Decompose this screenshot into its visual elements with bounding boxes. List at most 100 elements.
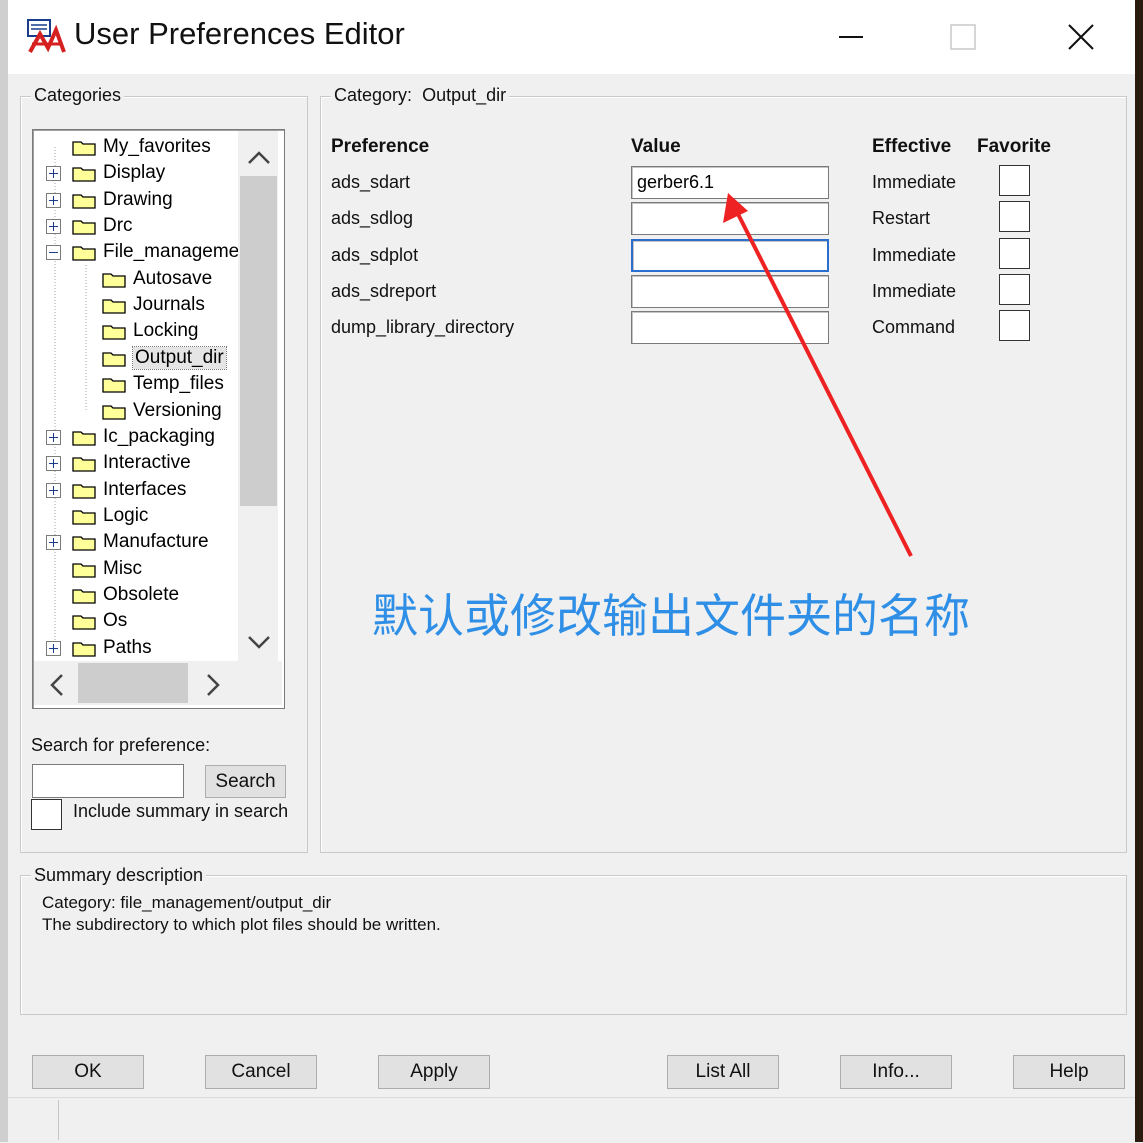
tree-item[interactable]: Interfaces — [72, 477, 186, 503]
folder-icon — [72, 165, 96, 182]
window-title: User Preferences Editor — [74, 16, 405, 51]
tree-item[interactable]: Manufacture — [72, 529, 209, 555]
tree-item[interactable]: Drawing — [72, 187, 173, 213]
expand-icon[interactable] — [46, 456, 61, 471]
favorite-checkbox[interactable] — [999, 274, 1030, 305]
include-summary-checkbox[interactable] — [31, 799, 62, 830]
tree-item[interactable]: Interactive — [72, 450, 191, 476]
preference-value-input[interactable] — [631, 239, 829, 272]
effective-label: Immediate — [872, 172, 957, 192]
tree-item[interactable]: Logic — [72, 503, 148, 529]
tree-horizontal-scroll-thumb[interactable] — [78, 663, 188, 703]
tree-item[interactable]: Ic_packaging — [72, 424, 215, 450]
include-summary-label: Include summary in search — [73, 801, 289, 821]
favorite-checkbox[interactable] — [999, 310, 1030, 341]
col-value-header: Value — [631, 136, 681, 157]
tree-item[interactable]: Os — [72, 608, 127, 634]
preference-value-input[interactable] — [631, 166, 829, 199]
tree-item[interactable]: Drc — [72, 213, 133, 239]
maximize-icon — [950, 24, 976, 50]
minimize-button[interactable] — [828, 14, 874, 60]
expand-icon[interactable] — [46, 166, 61, 181]
folder-icon — [102, 403, 126, 420]
summary-description-line: The subdirectory to which plot files sho… — [42, 915, 441, 934]
preference-name: ads_sdreport — [331, 281, 437, 301]
tree-item[interactable]: Misc — [72, 556, 142, 582]
scroll-down-icon[interactable] — [247, 632, 271, 656]
expand-icon[interactable] — [46, 193, 61, 208]
tree-item[interactable]: Obsolete — [72, 582, 179, 608]
tree-item-label: Interfaces — [103, 479, 187, 500]
tree-item[interactable]: Output_dir — [102, 345, 227, 371]
tree-item-label: File_managemer — [103, 241, 246, 262]
tree-item[interactable]: File_managemer — [72, 239, 246, 265]
expand-icon[interactable] — [46, 219, 61, 234]
tree-item-label: Logic — [103, 505, 149, 526]
favorite-checkbox[interactable] — [999, 238, 1030, 269]
category-name: Output_dir — [422, 85, 507, 105]
preference-value-input[interactable] — [631, 202, 829, 235]
tree-item-label: Locking — [133, 320, 199, 341]
favorite-checkbox[interactable] — [999, 201, 1030, 232]
scroll-left-icon[interactable] — [48, 673, 64, 702]
annotation-text: 默认或修改输出文件夹的名称 — [372, 590, 970, 642]
folder-icon — [102, 323, 126, 340]
tree-item[interactable]: Temp_files — [102, 371, 224, 397]
tree-item-label: Paths — [103, 637, 152, 658]
col-effective-header: Effective — [872, 136, 952, 157]
tree-item-label: Output_dir — [132, 346, 227, 370]
preference-name: ads_sdlog — [331, 208, 414, 228]
tree-item-label: Ic_packaging — [103, 426, 215, 447]
minimize-icon — [839, 36, 863, 38]
preference-value-input[interactable] — [631, 311, 829, 344]
tree-item[interactable]: Paths — [72, 635, 152, 661]
tree-item[interactable]: Versioning — [102, 398, 222, 424]
folder-icon — [72, 429, 96, 446]
tree-item[interactable]: My_favorites — [72, 134, 211, 160]
tree-item[interactable]: Journals — [102, 292, 205, 318]
folder-icon — [72, 482, 96, 499]
tree-item[interactable]: Autosave — [102, 266, 212, 292]
expand-icon[interactable] — [46, 641, 61, 656]
maximize-button[interactable] — [940, 14, 986, 60]
search-input[interactable] — [32, 764, 184, 798]
expand-icon[interactable] — [46, 535, 61, 550]
apply-button[interactable]: Apply — [378, 1055, 490, 1089]
folder-icon — [72, 534, 96, 551]
tree-item-label: Drawing — [103, 189, 173, 210]
summary-category-line: Category: file_management/output_dir — [42, 893, 332, 912]
list-all-button[interactable]: List All — [667, 1055, 779, 1089]
folder-icon — [72, 561, 96, 578]
summary-label: Summary description — [31, 865, 207, 886]
folder-icon — [72, 508, 96, 525]
close-button[interactable] — [1058, 14, 1104, 60]
tree-item-label: Temp_files — [133, 373, 224, 394]
help-button[interactable]: Help — [1013, 1055, 1125, 1089]
tree-vertical-scroll-thumb[interactable] — [240, 176, 277, 506]
favorite-checkbox[interactable] — [999, 165, 1030, 196]
preference-name: ads_sdart — [331, 172, 411, 192]
right-edge — [1135, 0, 1143, 1142]
folder-icon — [72, 640, 96, 657]
effective-label: Immediate — [872, 281, 957, 301]
preference-value-input[interactable] — [631, 275, 829, 308]
search-button[interactable]: Search — [205, 765, 286, 798]
ok-button[interactable]: OK — [32, 1055, 144, 1089]
effective-label: Command — [872, 317, 956, 337]
expand-icon[interactable] — [46, 483, 61, 498]
scroll-up-icon[interactable] — [247, 146, 271, 170]
tree-item-label: Journals — [133, 294, 205, 315]
scroll-right-icon[interactable] — [206, 673, 222, 702]
tree-item-label: Drc — [103, 215, 133, 236]
expand-icon[interactable] — [46, 430, 61, 445]
info-button[interactable]: Info... — [840, 1055, 952, 1089]
cancel-button[interactable]: Cancel — [205, 1055, 317, 1089]
tree-item[interactable]: Locking — [102, 318, 199, 344]
col-preference-header: Preference — [331, 136, 430, 157]
categories-label: Categories — [31, 85, 125, 106]
tree-item-label: Manufacture — [103, 531, 209, 552]
tree-item[interactable]: Display — [72, 160, 165, 186]
folder-icon — [72, 455, 96, 472]
collapse-icon[interactable] — [46, 245, 61, 260]
tree-item-label: Autosave — [133, 268, 213, 289]
